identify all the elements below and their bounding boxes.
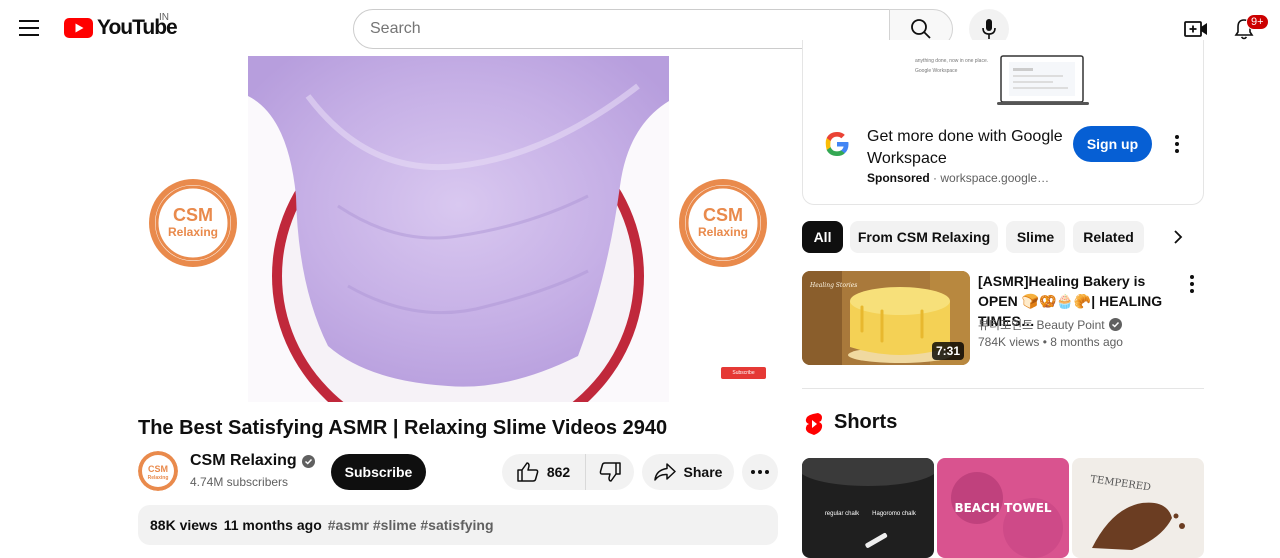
avatar-line1: CSM — [148, 464, 168, 474]
short-thumbnail[interactable]: BEACH TOWEL — [937, 458, 1069, 558]
more-actions-button[interactable] — [742, 454, 778, 490]
search-icon — [911, 19, 931, 39]
ad-preview-text-2: Google Workspace — [915, 68, 958, 74]
short-thumbnail-image: BEACH TOWEL — [937, 458, 1069, 558]
youtube-play-icon — [64, 18, 93, 38]
shorts-section-title: Shorts — [834, 411, 898, 433]
thumbs-down-icon — [599, 462, 621, 482]
verified-icon — [301, 454, 315, 468]
chip-from-channel[interactable]: From CSM Relaxing — [850, 221, 998, 253]
chevron-right-icon — [1174, 230, 1183, 244]
watermark-logo-right: CSM Relaxing — [678, 176, 768, 275]
related-age: 8 months ago — [1050, 335, 1123, 349]
google-g-icon — [823, 130, 851, 158]
chip-related[interactable]: Related — [1073, 221, 1144, 253]
ad-meta: Sponsored · workspace.google… — [867, 171, 1049, 185]
subscribe-label: Subscribe — [344, 464, 413, 480]
subscribe-watermark[interactable]: Subscribe — [721, 367, 766, 379]
thumbnail-overlay-text: Healing Stories — [809, 282, 857, 289]
subscribe-watermark-label: Subscribe — [732, 370, 755, 376]
channel-name[interactable]: CSM Relaxing — [190, 452, 297, 470]
ad-cta-button[interactable]: Sign up — [1073, 126, 1152, 162]
share-label: Share — [683, 464, 723, 480]
watermark-line2: Relaxing — [168, 225, 218, 239]
short-thumbnail-image: TEMPERED — [1072, 458, 1204, 558]
thumbs-up-icon — [517, 462, 539, 482]
channel-avatar[interactable]: CSM Relaxing — [138, 451, 178, 491]
video-frame[interactable] — [248, 56, 669, 402]
video-add-icon — [1184, 21, 1207, 37]
related-views: 784K views — [978, 335, 1040, 349]
ad-preview-image: anything done, now in one place. Google … — [803, 40, 1203, 110]
dislike-button[interactable] — [586, 454, 634, 490]
related-video-meta: 784K views • 8 months ago — [978, 335, 1123, 349]
like-count: 862 — [546, 464, 571, 480]
short-label-b: Hagoromo chalk — [872, 511, 917, 517]
search-input[interactable] — [370, 20, 873, 38]
description-box[interactable]: 88K views 11 months ago #asmr #slime #sa… — [138, 505, 778, 545]
subscriber-count: 4.74M subscribers — [190, 475, 289, 489]
view-count: 88K views — [150, 517, 218, 533]
like-button[interactable]: 862 — [502, 454, 586, 490]
microphone-icon — [982, 19, 996, 39]
ad-menu-button[interactable] — [1167, 132, 1187, 156]
share-icon — [653, 463, 676, 481]
channel-name-row[interactable]: CSM Relaxing — [190, 452, 315, 470]
kebab-menu-icon — [1190, 275, 1194, 293]
video-duration: 7:31 — [932, 342, 965, 360]
ad-domain: workspace.google… — [940, 171, 1050, 185]
more-horizontal-icon — [751, 470, 769, 474]
sponsored-ad-card[interactable]: anything done, now in one place. Google … — [802, 40, 1204, 205]
chip-slime[interactable]: Slime — [1006, 221, 1065, 253]
watermark-logo-left: CSM Relaxing — [148, 176, 238, 275]
ad-preview-text-1: anything done, now in one place. — [915, 58, 988, 64]
watermark-line1: CSM — [703, 205, 743, 225]
video-title: The Best Satisfying ASMR | Relaxing Slim… — [138, 417, 668, 439]
channel-avatar-image: CSM Relaxing — [138, 451, 178, 491]
sponsored-label: Sponsored — [867, 171, 930, 185]
subscribe-button[interactable]: Subscribe — [331, 454, 426, 490]
related-channel-row[interactable]: 뷰티포인트 Beauty Point — [978, 316, 1122, 333]
shorts-icon — [804, 412, 824, 436]
slime-video-image — [248, 56, 669, 402]
short-thumbnail-image: regular chalk Hagoromo chalk — [802, 458, 934, 558]
share-button[interactable]: Share — [642, 454, 734, 490]
notification-count-badge: 9+ — [1246, 14, 1269, 30]
country-code: IN — [159, 12, 169, 23]
short-label-a: regular chalk — [825, 511, 860, 517]
like-dislike-group: 862 — [502, 454, 634, 490]
related-channel-name[interactable]: 뷰티포인트 Beauty Point — [978, 316, 1105, 333]
related-menu-button[interactable] — [1182, 272, 1202, 296]
guide-menu-button[interactable] — [12, 10, 48, 46]
kebab-menu-icon — [1175, 135, 1179, 153]
short-thumbnail[interactable]: regular chalk Hagoromo chalk — [802, 458, 934, 558]
hashtags[interactable]: #asmr #slime #satisfying — [328, 517, 494, 533]
short-label: BEACH TOWEL — [954, 501, 1051, 515]
section-divider — [802, 388, 1204, 389]
short-thumbnail[interactable]: TEMPERED — [1072, 458, 1204, 558]
watermark-line2: Relaxing — [698, 225, 748, 239]
upload-age: 11 months ago — [223, 517, 322, 533]
watermark-line1: CSM — [173, 205, 213, 225]
ad-cta-label: Sign up — [1086, 136, 1139, 152]
chips-next-button[interactable] — [1166, 225, 1190, 249]
hamburger-icon — [19, 20, 39, 36]
verified-icon — [1108, 318, 1122, 331]
ad-title[interactable]: Get more done with Google Workspace — [867, 126, 1067, 170]
chip-all[interactable]: All — [802, 221, 843, 253]
avatar-line2: Relaxing — [148, 475, 169, 481]
